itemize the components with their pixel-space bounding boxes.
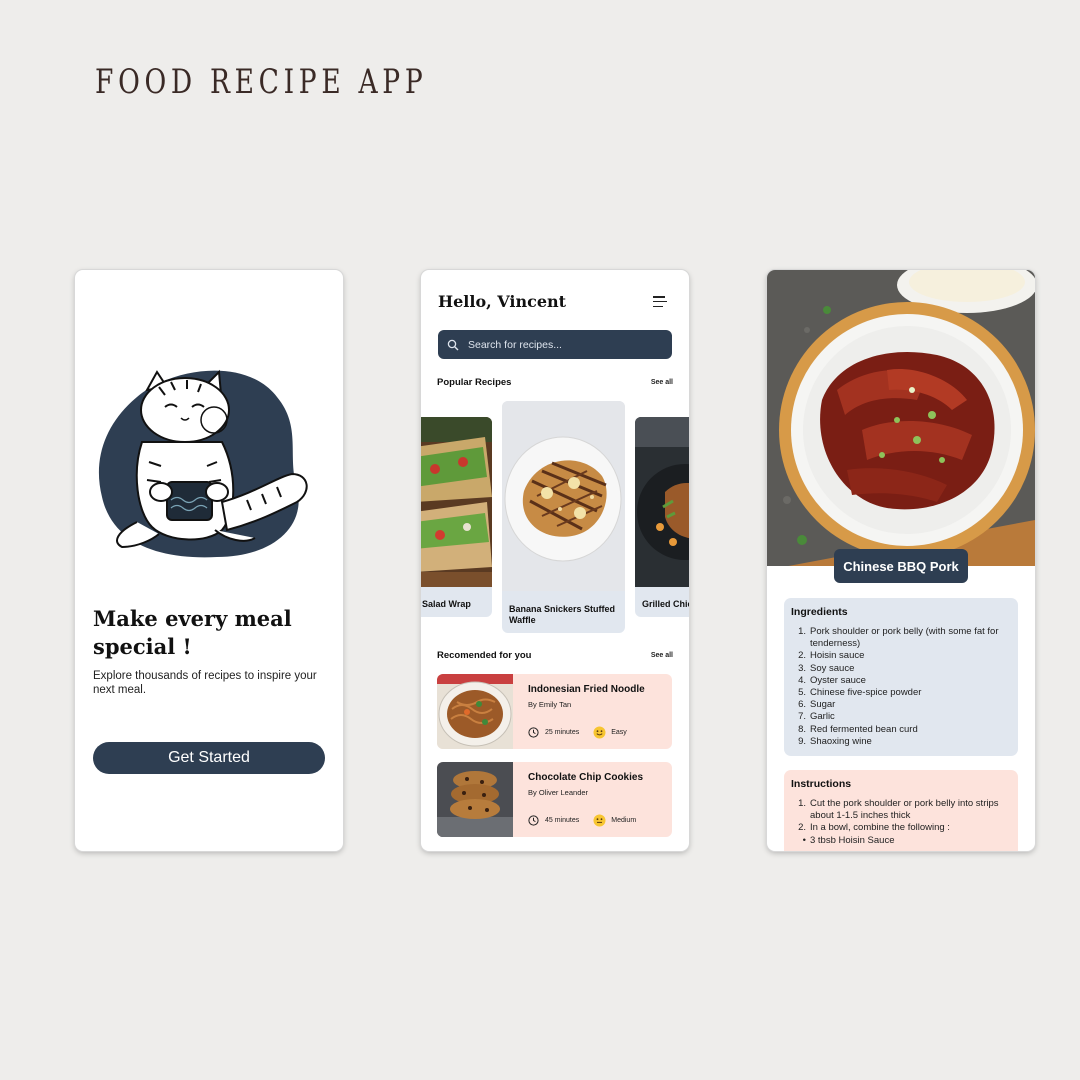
welcome-screen: Make every meal special ! Explore thousa… xyxy=(75,270,343,851)
clock-icon xyxy=(528,727,539,738)
popular-see-all-link[interactable]: See all xyxy=(651,379,673,386)
popular-recipes-title: Popular Recipes xyxy=(437,377,512,388)
ingredient-item: 3. Soy sauce xyxy=(798,662,855,674)
recipe-title: Indonesian Fried Noodle xyxy=(528,684,645,695)
search-bar[interactable] xyxy=(438,330,672,359)
recommended-card-fried-noodle[interactable]: Indonesian Fried Noodle By Emily Tan 25 … xyxy=(437,674,672,749)
home-screen: Hello, Vincent Popular Recipes See all S… xyxy=(421,270,689,851)
search-icon xyxy=(447,339,459,350)
greeting: Hello, Vincent xyxy=(438,292,567,311)
banana-waffle-photo xyxy=(502,401,625,591)
recommended-title: Recomended for you xyxy=(437,650,532,661)
dish-title: Chinese BBQ Pork xyxy=(834,549,968,583)
recipe-meta: 25 minutes Easy xyxy=(528,726,627,739)
recipe-time: 25 minutes xyxy=(545,729,580,736)
instruction-step: • 3 tbsb Hoisin Sauce xyxy=(802,834,895,846)
popular-card-label: Banana Snickers Stuffed Waffle xyxy=(509,604,616,625)
get-started-button[interactable]: Get Started xyxy=(93,742,325,774)
popular-card-grilled-chicken[interactable]: Grilled Chic xyxy=(635,417,689,617)
ingredients-card: Ingredients 1. Pork shoulder or pork bell… xyxy=(784,598,1018,756)
recipe-difficulty: Medium xyxy=(611,817,637,824)
search-input[interactable] xyxy=(468,338,658,351)
hamburger-menu-icon[interactable] xyxy=(653,296,667,308)
ingredient-item: 5. Chinese five-spice powder xyxy=(798,687,922,699)
recipe-author: By Oliver Leander xyxy=(528,788,589,797)
recommended-header: Recomended for you See all xyxy=(437,650,673,661)
instructions-card: Instructions 1. Cut the pork shoulder or … xyxy=(784,770,1018,851)
smiley-emoji-icon xyxy=(593,814,606,827)
smiley-emoji-icon xyxy=(593,726,606,739)
recipe-detail-screen: Chinese BBQ Pork Ingredients 1. Pork shou… xyxy=(767,270,1035,851)
ingredient-item: 4. Oyster sauce xyxy=(798,674,866,686)
popular-recipes-header: Popular Recipes See all xyxy=(437,377,673,388)
welcome-title-line-2: special ! xyxy=(93,634,192,659)
ingredient-item: 2. Hoisin sauce xyxy=(798,650,865,662)
welcome-title: Make every meal special ! xyxy=(93,605,323,661)
recipe-meta: 45 minutes Medium xyxy=(528,814,636,827)
instructions-list: 1. Cut the pork shoulder or pork belly in… xyxy=(791,798,1011,847)
recipe-time: 45 minutes xyxy=(545,817,580,824)
grilled-chicken-photo xyxy=(635,417,689,587)
page-heading: FOOD RECIPE APP xyxy=(95,62,428,102)
welcome-subtitle: Explore thousands of recipes to inspire … xyxy=(93,670,317,696)
chocolate-cookies-photo xyxy=(437,762,513,837)
ingredient-item: 9. Shaoxing wine xyxy=(798,735,872,747)
ingredient-item: 6. Sugar xyxy=(798,699,836,711)
instruction-step: 1. Cut the pork shoulder or pork belly in… xyxy=(798,798,999,822)
fried-noodle-photo xyxy=(437,674,513,749)
recommended-card-chocolate-cookies[interactable]: Chocolate Chip Cookies By Oliver Leander… xyxy=(437,762,672,837)
recipe-title: Chocolate Chip Cookies xyxy=(528,772,644,783)
welcome-title-line-1: Make every meal xyxy=(93,606,292,631)
ingredient-item: 1. Pork shoulder or pork belly (with some… xyxy=(798,626,999,650)
popular-card-salad-wrap[interactable]: Salad Wrap xyxy=(421,417,492,617)
ingredient-item: 7. Garlic xyxy=(798,711,835,723)
popular-card-banana-waffle[interactable]: Banana Snickers Stuffed Waffle xyxy=(502,401,625,633)
bbq-pork-photo xyxy=(767,270,1035,566)
cat-holding-bowl-illustration xyxy=(98,369,308,558)
ingredient-item: 8. Red fermented bean curd xyxy=(798,723,918,735)
popular-card-label: Salad Wrap xyxy=(422,599,471,609)
ingredients-list: 1. Pork shoulder or pork belly (with some… xyxy=(791,626,1011,748)
recommended-see-all-link[interactable]: See all xyxy=(651,652,673,659)
ingredients-title: Ingredients xyxy=(791,606,848,618)
recipe-author: By Emily Tan xyxy=(528,700,572,709)
clock-icon xyxy=(528,815,539,826)
instructions-title: Instructions xyxy=(791,778,852,790)
instruction-step: 2. In a bowl, combine the following : xyxy=(798,822,950,834)
recipe-difficulty: Easy xyxy=(611,729,627,736)
salad-wrap-photo xyxy=(421,417,492,587)
popular-card-label: Grilled Chic xyxy=(642,599,689,609)
